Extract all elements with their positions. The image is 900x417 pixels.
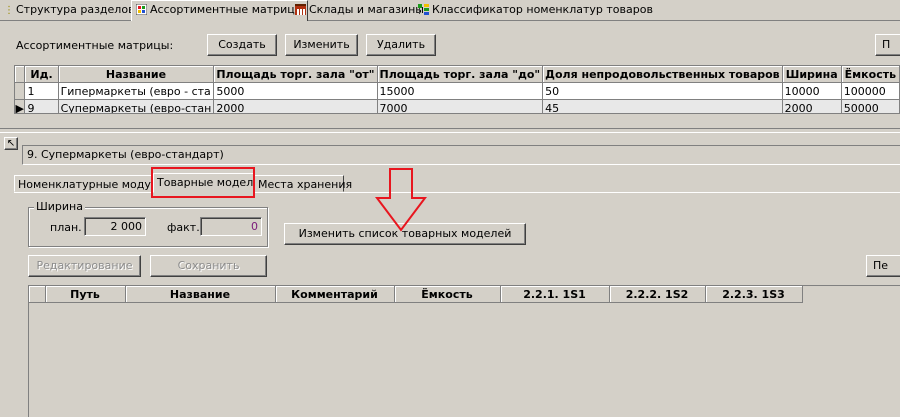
table-cell: 2000 xyxy=(213,99,378,113)
fact-label: факт. xyxy=(167,221,200,234)
table-cell: 7000 xyxy=(377,99,544,113)
splitter[interactable] xyxy=(0,128,900,133)
table-row[interactable]: ▶ 9 Супермаркеты (евро-стан 2000 7000 45… xyxy=(15,99,900,113)
table-header: Путь Название Комментарий Ёмкость 2.2.1.… xyxy=(29,286,803,303)
table-cell: 50000 xyxy=(841,99,900,113)
tab-classifier[interactable]: Классификатор номенклатур товаров xyxy=(414,1,657,19)
right-action-button[interactable]: П xyxy=(875,34,900,56)
top-tab-strip: ⋮ Структура разделов Ассортиментные матри… xyxy=(0,0,900,21)
edit-button[interactable]: Изменить xyxy=(285,34,358,56)
current-row-arrow-icon: ▶ xyxy=(15,99,26,113)
table-cell: 5000 xyxy=(213,82,378,100)
tab-structure[interactable]: ⋮ Структура разделов xyxy=(0,1,139,19)
row-indicator xyxy=(15,82,26,100)
collapse-icon[interactable]: ↖ xyxy=(4,137,18,150)
column-header[interactable]: 2.2.2. 1S2 xyxy=(609,286,706,303)
column-header[interactable]: Комментарий xyxy=(275,286,395,303)
save-button[interactable]: Сохранить xyxy=(150,255,267,277)
table-cell: 1 xyxy=(24,82,59,100)
row-indicator-header xyxy=(15,66,26,83)
structure-icon: ⋮ xyxy=(4,5,14,16)
table-row[interactable]: 1 Гипермаркеты (евро - ста 5000 15000 50… xyxy=(15,82,900,100)
tab-assortment-matrices[interactable]: Ассортиментные матрицы xyxy=(131,0,309,21)
plan-label: план. xyxy=(50,221,82,234)
table-cell: 15000 xyxy=(377,82,544,100)
matrices-label: Ассортиментные матрицы: xyxy=(16,39,174,52)
table-cell: 2000 xyxy=(782,99,842,113)
edit-mode-button[interactable]: Редактирование xyxy=(28,255,141,277)
table-cell: 10000 xyxy=(782,82,842,100)
table-cell: Супермаркеты (евро-стан xyxy=(58,99,215,113)
models-table: Путь Название Комментарий Ёмкость 2.2.1.… xyxy=(28,285,900,417)
column-header[interactable]: Площадь торг. зала "до" xyxy=(377,66,544,83)
table-cell: 9 xyxy=(24,99,59,113)
column-header[interactable]: Площадь торг. зала "от" xyxy=(213,66,378,83)
column-header[interactable]: Доля непродовольственных товаров xyxy=(542,66,783,83)
matrices-table: Ид. Название Площадь торг. зала "от" Пло… xyxy=(14,65,900,114)
right-detail-button[interactable]: Пе xyxy=(866,255,900,277)
table-cell: 100000 xyxy=(841,82,900,100)
matrix-icon xyxy=(136,4,147,15)
down-arrow-icon xyxy=(375,168,427,232)
row-indicator-header xyxy=(29,286,46,303)
delete-button[interactable]: Удалить xyxy=(366,34,436,56)
column-header[interactable]: Ёмкость xyxy=(841,66,900,83)
create-button[interactable]: Создать xyxy=(207,34,277,56)
tab-storage-places[interactable]: Места хранения xyxy=(254,175,352,192)
table-cell: 45 xyxy=(542,99,783,113)
table-header: Ид. Название Площадь торг. зала "от" Пло… xyxy=(15,66,900,83)
column-header[interactable]: Путь xyxy=(45,286,126,303)
tab-nomenclature-modules[interactable]: Номенклатурные модули xyxy=(14,175,165,192)
fact-width-field[interactable]: 0 xyxy=(200,217,262,236)
column-header[interactable]: 2.2.1. 1S1 xyxy=(500,286,610,303)
table-cell: 50 xyxy=(542,82,783,100)
width-group-label: Ширина xyxy=(34,200,85,213)
column-header[interactable]: Название xyxy=(125,286,276,303)
column-header[interactable]: 2.2.3. 1S3 xyxy=(705,286,803,303)
column-header[interactable]: Ёмкость xyxy=(394,286,501,303)
column-header[interactable]: Название xyxy=(58,66,215,83)
column-header[interactable]: Ширина xyxy=(782,66,842,83)
column-header[interactable]: Ид. xyxy=(24,66,59,83)
tab-warehouses[interactable]: Склады и магазины xyxy=(291,1,428,19)
tab-highlight-box xyxy=(151,167,255,198)
detail-title-field: 9. Супермаркеты (евро-стандарт) xyxy=(22,145,900,165)
table-cell: Гипермаркеты (евро - ста xyxy=(58,82,215,100)
plan-width-field[interactable]: 2 000 xyxy=(84,217,146,236)
warehouse-icon xyxy=(295,4,306,15)
classifier-icon xyxy=(418,4,429,15)
